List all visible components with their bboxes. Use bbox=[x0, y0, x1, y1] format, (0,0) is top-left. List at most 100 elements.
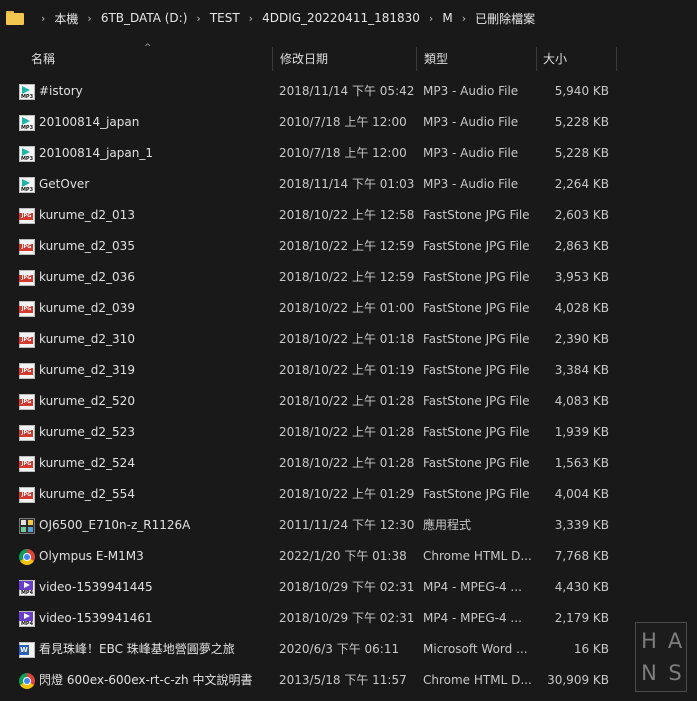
file-row[interactable]: JPG kurume_d2_036 2018/10/22 上午 12:59 FastS… bbox=[0, 262, 697, 293]
file-row[interactable]: JPG kurume_d2_039 2018/10/22 上午 01:00 FastS… bbox=[0, 293, 697, 324]
file-date: 2018/11/14 下午 05:42 bbox=[279, 84, 415, 98]
file-name: 20100814_japan_1 bbox=[39, 146, 153, 160]
chevron-right-icon[interactable]: › bbox=[429, 12, 433, 25]
file-name: video-1539941461 bbox=[39, 611, 153, 625]
file-size: 2,603 KB bbox=[554, 208, 609, 222]
file-size: 5,940 KB bbox=[554, 84, 609, 98]
address-bar[interactable]: › 本機 › 6TB_DATA (D:) › TEST › 4DDIG_20220411_18… bbox=[0, 0, 697, 36]
file-name: kurume_d2_310 bbox=[39, 332, 135, 346]
file-row[interactable]: OJ6500_E710n-z_R1126A 2011/11/24 下午 12:30… bbox=[0, 510, 697, 541]
chevron-right-icon[interactable]: › bbox=[87, 12, 91, 25]
chevron-right-icon[interactable]: › bbox=[196, 12, 200, 25]
file-name: 20100814_japan bbox=[39, 115, 140, 129]
file-name: GetOver bbox=[39, 177, 90, 191]
file-type: FastStone JPG File bbox=[423, 208, 530, 222]
jpg-file-icon: JPG bbox=[19, 208, 35, 224]
file-date: 2010/7/18 上午 12:00 bbox=[279, 146, 407, 160]
file-type: FastStone JPG File bbox=[423, 456, 530, 470]
file-type: Chrome HTML D... bbox=[423, 549, 531, 563]
file-date: 2011/11/24 下午 12:30 bbox=[279, 518, 415, 532]
chrome-icon bbox=[19, 673, 35, 689]
breadcrumb-item[interactable]: 本機 bbox=[54, 10, 78, 27]
file-row[interactable]: MP3 20100814_japan 2010/7/18 上午 12:00 MP3 -… bbox=[0, 107, 697, 138]
jpg-file-icon: JPG bbox=[19, 425, 35, 441]
file-row[interactable]: JPG kurume_d2_319 2018/10/22 上午 01:19 FastS… bbox=[0, 355, 697, 386]
jpg-file-icon: JPG bbox=[19, 239, 35, 255]
mp4-file-icon: MP4 bbox=[19, 580, 35, 596]
file-size: 4,028 KB bbox=[554, 301, 609, 315]
chevron-right-icon[interactable]: › bbox=[41, 12, 45, 25]
file-size: 30,909 KB bbox=[547, 673, 609, 687]
file-size: 1,563 KB bbox=[554, 456, 609, 470]
file-row[interactable]: JPG kurume_d2_035 2018/10/22 上午 12:59 FastS… bbox=[0, 231, 697, 262]
file-name: kurume_d2_035 bbox=[39, 239, 135, 253]
file-row[interactable]: MP4 video-1539941461 2018/10/29 下午 02:31 MP… bbox=[0, 603, 697, 634]
column-divider[interactable] bbox=[536, 47, 537, 71]
column-header-size[interactable]: 大小 bbox=[543, 44, 567, 74]
file-size: 4,083 KB bbox=[554, 394, 609, 408]
file-type: MP3 - Audio File bbox=[423, 84, 519, 98]
file-name: kurume_d2_523 bbox=[39, 425, 135, 439]
breadcrumb-item[interactable]: 6TB_DATA (D:) bbox=[101, 11, 188, 25]
file-row[interactable]: MP4 video-1539941445 2018/10/29 下午 02:31 MP… bbox=[0, 572, 697, 603]
column-header-type[interactable]: 類型 bbox=[424, 44, 448, 74]
file-name: #istory bbox=[39, 84, 83, 98]
breadcrumb-item[interactable]: TEST bbox=[210, 11, 240, 25]
breadcrumb-item[interactable]: 4DDIG_20220411_181830 bbox=[262, 11, 420, 25]
column-header: ^ 名稱 修改日期 類型 大小 bbox=[0, 43, 697, 74]
column-divider[interactable] bbox=[616, 47, 617, 71]
file-type: MP4 - MPEG-4 ... bbox=[423, 611, 522, 625]
file-size: 2,264 KB bbox=[554, 177, 609, 191]
file-name: kurume_d2_554 bbox=[39, 487, 135, 501]
file-size: 3,953 KB bbox=[554, 270, 609, 284]
file-row[interactable]: JPG kurume_d2_524 2018/10/22 上午 01:28 FastS… bbox=[0, 448, 697, 479]
file-date: 2022/1/20 下午 01:38 bbox=[279, 549, 407, 563]
mp3-file-icon: MP3 bbox=[19, 146, 35, 162]
file-name: kurume_d2_319 bbox=[39, 363, 135, 377]
chevron-right-icon[interactable]: › bbox=[249, 12, 253, 25]
file-date: 2018/11/14 下午 01:03 bbox=[279, 177, 415, 191]
file-row[interactable]: MP3 GetOver 2018/11/14 下午 01:03 MP3 - Audio… bbox=[0, 169, 697, 200]
jpg-file-icon: JPG bbox=[19, 363, 35, 379]
file-row[interactable]: JPG kurume_d2_520 2018/10/22 上午 01:28 FastS… bbox=[0, 386, 697, 417]
file-row[interactable]: Olympus E-M1M3 2022/1/20 下午 01:38 Chrome H… bbox=[0, 541, 697, 572]
column-divider[interactable] bbox=[272, 47, 273, 71]
file-date: 2013/5/18 下午 11:57 bbox=[279, 673, 407, 687]
file-date: 2018/10/29 下午 02:31 bbox=[279, 580, 415, 594]
file-row[interactable]: W 看見珠峰！EBC 珠峰基地營圓夢之旅 2020/6/3 下午 06:11 Micr… bbox=[0, 634, 697, 665]
file-size: 16 KB bbox=[573, 642, 609, 656]
file-row[interactable]: JPG kurume_d2_554 2018/10/22 上午 01:29 FastS… bbox=[0, 479, 697, 510]
file-type: FastStone JPG File bbox=[423, 425, 530, 439]
file-name: OJ6500_E710n-z_R1126A bbox=[39, 518, 191, 532]
breadcrumb-item[interactable]: M bbox=[442, 11, 452, 25]
file-row[interactable]: JPG kurume_d2_523 2018/10/22 上午 01:28 FastS… bbox=[0, 417, 697, 448]
file-size: 2,863 KB bbox=[554, 239, 609, 253]
file-date: 2018/10/22 上午 12:58 bbox=[279, 208, 415, 222]
chrome-icon bbox=[19, 549, 35, 565]
file-type: FastStone JPG File bbox=[423, 332, 530, 346]
file-size: 5,228 KB bbox=[554, 115, 609, 129]
breadcrumb-item[interactable]: 已刪除檔案 bbox=[475, 10, 535, 27]
chevron-right-icon[interactable]: › bbox=[462, 12, 466, 25]
column-divider[interactable] bbox=[416, 47, 417, 71]
file-type: MP3 - Audio File bbox=[423, 115, 519, 129]
column-header-date[interactable]: 修改日期 bbox=[280, 44, 328, 74]
file-row[interactable]: MP3 20100814_japan_1 2010/7/18 上午 12:00 MP3… bbox=[0, 138, 697, 169]
file-row[interactable]: 閃燈 600ex-600ex-rt-c-zh 中文說明書 2013/5/18 下午… bbox=[0, 665, 697, 696]
file-row[interactable]: MP3 #istory 2018/11/14 下午 05:42 MP3 - Audio… bbox=[0, 76, 697, 107]
jpg-file-icon: JPG bbox=[19, 456, 35, 472]
watermark-letter: N bbox=[641, 661, 657, 685]
file-date: 2018/10/22 上午 01:28 bbox=[279, 394, 415, 408]
word-document-icon: W bbox=[19, 642, 35, 658]
file-type: MP3 - Audio File bbox=[423, 146, 519, 160]
file-date: 2020/6/3 下午 06:11 bbox=[279, 642, 400, 656]
file-date: 2018/10/22 上午 01:18 bbox=[279, 332, 415, 346]
file-row[interactable]: JPG kurume_d2_310 2018/10/22 上午 01:18 FastS… bbox=[0, 324, 697, 355]
file-row[interactable]: JPG kurume_d2_013 2018/10/22 上午 12:58 FastS… bbox=[0, 200, 697, 231]
column-header-name[interactable]: 名稱 bbox=[31, 44, 55, 74]
file-date: 2018/10/22 上午 01:28 bbox=[279, 456, 415, 470]
file-name: Olympus E-M1M3 bbox=[39, 549, 144, 563]
file-type: MP3 - Audio File bbox=[423, 177, 519, 191]
watermark-letter: A bbox=[667, 629, 683, 653]
file-size: 4,004 KB bbox=[554, 487, 609, 501]
